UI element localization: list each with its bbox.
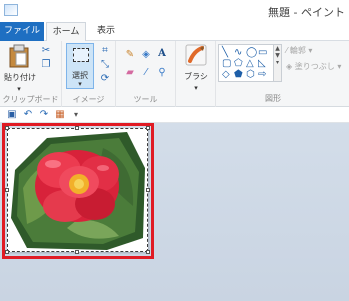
chevron-down-icon: ▾: [78, 80, 82, 88]
select-rectangle-icon: [73, 48, 89, 62]
clipboard-group: 貼り付け ▾ ✂ ❐ クリップボード: [0, 41, 62, 107]
rounded-rect-shape-icon[interactable]: ▢: [222, 59, 231, 69]
redo-icon[interactable]: ↷: [38, 109, 50, 121]
oval-shape-icon[interactable]: ◯: [246, 48, 257, 58]
eraser-icon[interactable]: ▰: [124, 67, 136, 79]
image-group: 選択 ▾ ⌗ ⤡ ⟳ イメージ: [62, 41, 116, 107]
resize-icon[interactable]: ⤡: [99, 59, 111, 71]
arrow-shape-icon[interactable]: ⇨: [258, 70, 266, 80]
scissors-icon[interactable]: ✂: [40, 45, 52, 57]
right-triangle-shape-icon[interactable]: ◺: [258, 59, 266, 69]
magnifier-icon[interactable]: ⚲: [156, 67, 168, 79]
ribbon-tabs: ファイル ホーム 表示: [0, 21, 349, 42]
polygon-shape-icon[interactable]: ⬠: [234, 59, 243, 69]
shapes-scroll[interactable]: ▲ ▼ ▾: [274, 44, 282, 82]
pencil-icon[interactable]: ✎: [124, 49, 136, 61]
pentagon-shape-icon[interactable]: ⬟: [234, 70, 243, 80]
fill-label: 塗りつぶし: [294, 62, 335, 71]
crop-icon[interactable]: ⌗: [99, 45, 111, 57]
save-icon[interactable]: ▣: [6, 109, 18, 121]
paste-button[interactable]: 貼り付け ▾: [4, 44, 36, 93]
outline-label: 輪郭: [289, 46, 306, 55]
paint-menu-icon[interactable]: ▦: [54, 109, 66, 121]
tab-home[interactable]: ホーム: [46, 22, 86, 42]
chevron-down-icon: ▾: [194, 84, 198, 92]
quick-access-toolbar: ▣ ↶ ↷ ▦ ▾: [0, 107, 349, 123]
paste-label: 貼り付け: [4, 73, 36, 82]
undo-icon[interactable]: ↶: [22, 109, 34, 121]
tab-view[interactable]: 表示: [90, 22, 122, 41]
clipboard-group-label: クリップボード: [2, 95, 59, 104]
canvas-area[interactable]: [0, 123, 349, 301]
tools-group: ✎ ◈ A ▰ ⁄ ⚲ ツール: [116, 41, 176, 107]
outline-option[interactable]: ⁄ 輪郭 ▾: [286, 45, 312, 56]
text-icon[interactable]: A: [156, 48, 168, 60]
curve-shape-icon[interactable]: ∿: [234, 48, 242, 58]
brushes-label: ブラシ: [184, 72, 208, 81]
brush-icon: [185, 44, 207, 66]
line-shape-icon[interactable]: ╲: [222, 48, 228, 58]
shapes-group-label: 図形: [265, 94, 281, 103]
shapes-gallery[interactable]: ╲ ∿ ◯ ▭ ▢ ⬠ △ ◺ ◇ ⬟ ⬡ ⇨: [218, 44, 274, 82]
hexagon-shape-icon[interactable]: ⬡: [246, 70, 255, 80]
triangle-shape-icon[interactable]: △: [246, 59, 254, 69]
rectangle-shape-icon[interactable]: ▭: [258, 48, 267, 58]
title-bar: 無題 - ペイント: [0, 0, 349, 22]
image-group-label: イメージ: [72, 95, 105, 104]
select-button[interactable]: 選択 ▾: [66, 43, 94, 89]
chevron-down-icon: ▾: [17, 85, 21, 93]
diamond-shape-icon[interactable]: ◇: [222, 70, 230, 80]
paint-app-icon[interactable]: [4, 4, 18, 16]
tab-file[interactable]: ファイル: [0, 22, 44, 41]
tools-group-label: ツール: [133, 95, 158, 104]
fill-option[interactable]: ◈ 塗りつぶし ▾: [286, 61, 341, 72]
ribbon: 貼り付け ▾ ✂ ❐ クリップボード 選択 ▾ ⌗ ⤡ ⟳ イメージ ✎ ◈ A…: [0, 41, 349, 107]
rotate-icon[interactable]: ⟳: [99, 73, 111, 85]
color-picker-icon[interactable]: ⁄: [140, 67, 152, 79]
customize-qat-icon[interactable]: ▾: [70, 109, 82, 121]
window-title: 無題 - ペイント: [268, 6, 345, 19]
copy-icon[interactable]: ❐: [40, 59, 52, 71]
brushes-group: ブラシ ▾: [176, 41, 216, 107]
highlight-box: [2, 123, 154, 259]
bucket-icon[interactable]: ◈: [140, 49, 152, 61]
brushes-button[interactable]: ブラシ ▾: [180, 43, 212, 92]
clipboard-icon: [9, 44, 29, 68]
fill-icon: ◈: [286, 62, 295, 71]
